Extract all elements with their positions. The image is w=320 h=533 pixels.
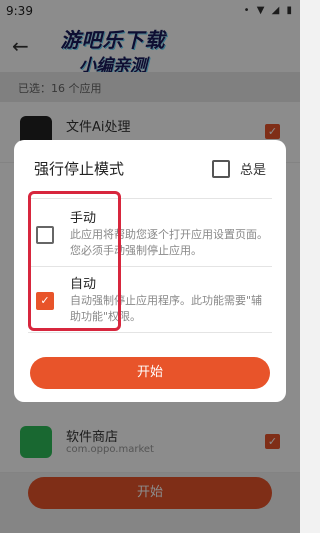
always-label: 总是 — [240, 163, 267, 178]
start-button[interactable]: 开始 — [30, 357, 270, 389]
annotation-highlight — [28, 191, 121, 331]
dialog-title: 强行停止模式 — [34, 160, 125, 178]
always-checkbox[interactable] — [212, 160, 230, 178]
force-stop-dialog: 强行停止模式 总是 手动 此应用将帮助您逐个打开应用设置页面。您必须手动强制停止… — [14, 140, 286, 402]
divider — [28, 332, 272, 333]
